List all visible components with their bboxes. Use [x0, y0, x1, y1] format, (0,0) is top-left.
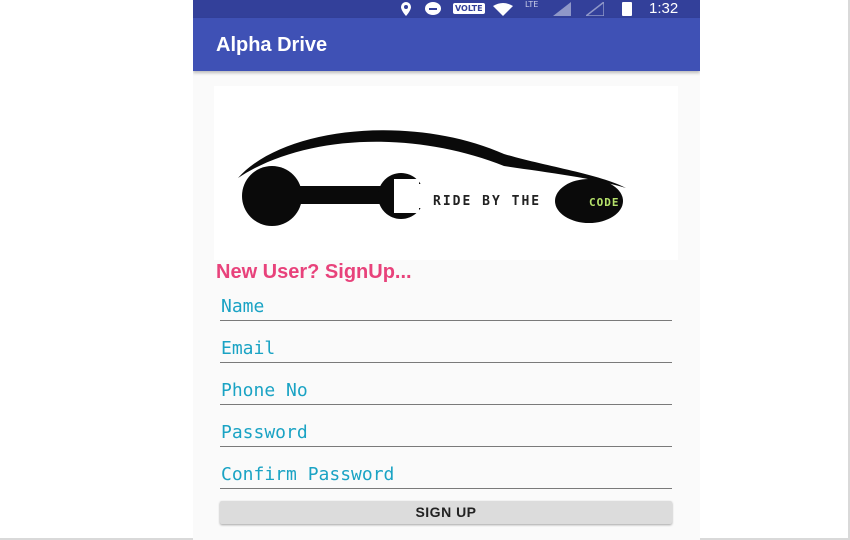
- confirm-password-field[interactable]: Confirm Password: [220, 458, 672, 489]
- do-not-disturb-icon: [425, 2, 441, 15]
- ride-by-the-code-logo: RIDE BY THE CODE: [214, 86, 678, 260]
- logo-text-code: CODE: [589, 196, 620, 209]
- confirm-password-placeholder: Confirm Password: [221, 464, 395, 485]
- phone-placeholder: Phone No: [221, 380, 308, 401]
- logo-text-ride-by-the: RIDE BY THE: [433, 194, 542, 209]
- name-field[interactable]: Name: [220, 290, 672, 321]
- volte-icon: VOLTE: [453, 3, 485, 14]
- app-bar: Alpha Drive: [193, 18, 700, 71]
- name-placeholder: Name: [221, 296, 265, 317]
- app-title: Alpha Drive: [216, 34, 328, 56]
- phone-field[interactable]: Phone No: [220, 374, 672, 405]
- signup-heading: New User? SignUp...: [216, 261, 412, 283]
- battery-icon: [622, 2, 632, 16]
- email-field[interactable]: Email: [220, 332, 672, 363]
- lte-label: LTE: [525, 0, 539, 9]
- status-time: 1:32: [649, 0, 679, 17]
- car-logo-graphic: [238, 130, 626, 226]
- sign-up-button[interactable]: SIGN UP: [220, 501, 672, 524]
- password-placeholder: Password: [221, 422, 308, 443]
- status-bar: VOLTE LTE 1:32: [193, 0, 700, 18]
- phone-screen: VOLTE LTE 1:32 Alpha Drive RIDE BY THE C…: [193, 0, 700, 540]
- email-placeholder: Email: [221, 338, 276, 359]
- password-field[interactable]: Password: [220, 416, 672, 447]
